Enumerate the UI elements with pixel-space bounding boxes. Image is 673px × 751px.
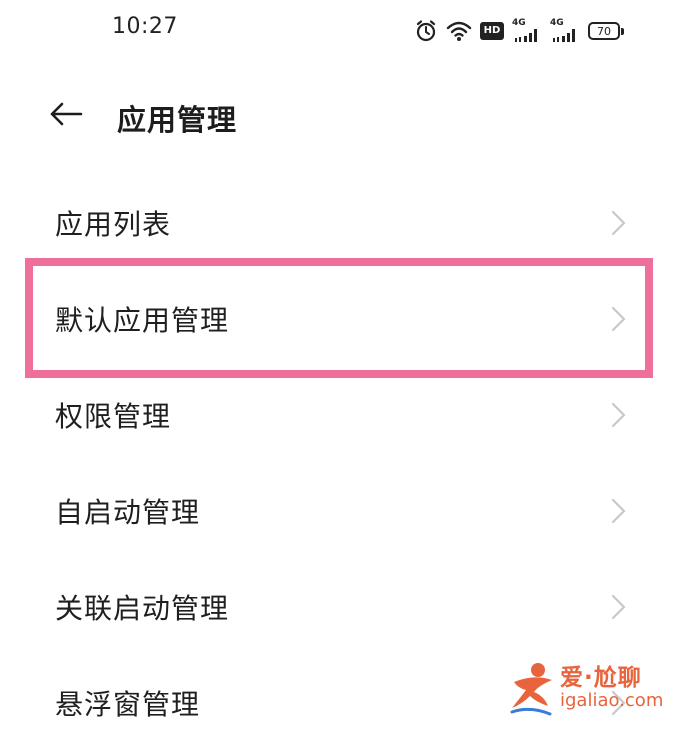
hd-icon: HD — [480, 22, 504, 40]
back-button[interactable] — [44, 98, 88, 134]
alarm-icon — [414, 19, 438, 43]
chevron-right-icon — [608, 209, 628, 237]
chevron-right-icon — [608, 497, 628, 525]
menu-item-label: 默认应用管理 — [55, 304, 230, 337]
chevron-right-icon — [608, 305, 628, 333]
menu-item-label: 应用列表 — [55, 208, 172, 241]
battery-level: 70 — [588, 22, 620, 40]
status-bar: 10:27 HD 4G 4G 70 — [0, 0, 673, 60]
menu-item-label: 关联启动管理 — [55, 592, 230, 625]
menu-item-label: 权限管理 — [55, 400, 172, 433]
status-time: 10:27 — [112, 14, 178, 39]
battery-tip — [621, 27, 624, 35]
watermark-logo-icon — [508, 660, 558, 724]
menu-item-permissions[interactable]: 权限管理 — [0, 367, 673, 463]
status-icons: HD 4G 4G 70 — [414, 16, 624, 46]
watermark: 爱·尬聊 igaliao.com — [508, 656, 668, 722]
signal-4g-icon: 4G — [512, 18, 542, 42]
menu-item-label: 自启动管理 — [55, 496, 201, 529]
chevron-right-icon — [608, 401, 628, 429]
wifi-icon — [446, 20, 472, 42]
signal-4g-icon: 4G — [550, 18, 580, 42]
menu-item-associated-launch[interactable]: 关联启动管理 — [0, 559, 673, 655]
page-header: 应用管理 — [0, 84, 673, 148]
arrow-left-icon — [49, 102, 83, 130]
page-title: 应用管理 — [117, 103, 238, 137]
chevron-right-icon — [608, 593, 628, 621]
menu-item-default-apps[interactable]: 默认应用管理 — [0, 271, 673, 367]
menu-item-label: 悬浮窗管理 — [55, 688, 201, 721]
menu-item-app-list[interactable]: 应用列表 — [0, 175, 673, 271]
battery-icon: 70 — [588, 22, 624, 40]
menu-item-autostart[interactable]: 自启动管理 — [0, 463, 673, 559]
watermark-title: 爱·尬聊 — [560, 665, 642, 691]
watermark-url: igaliao.com — [560, 690, 664, 711]
